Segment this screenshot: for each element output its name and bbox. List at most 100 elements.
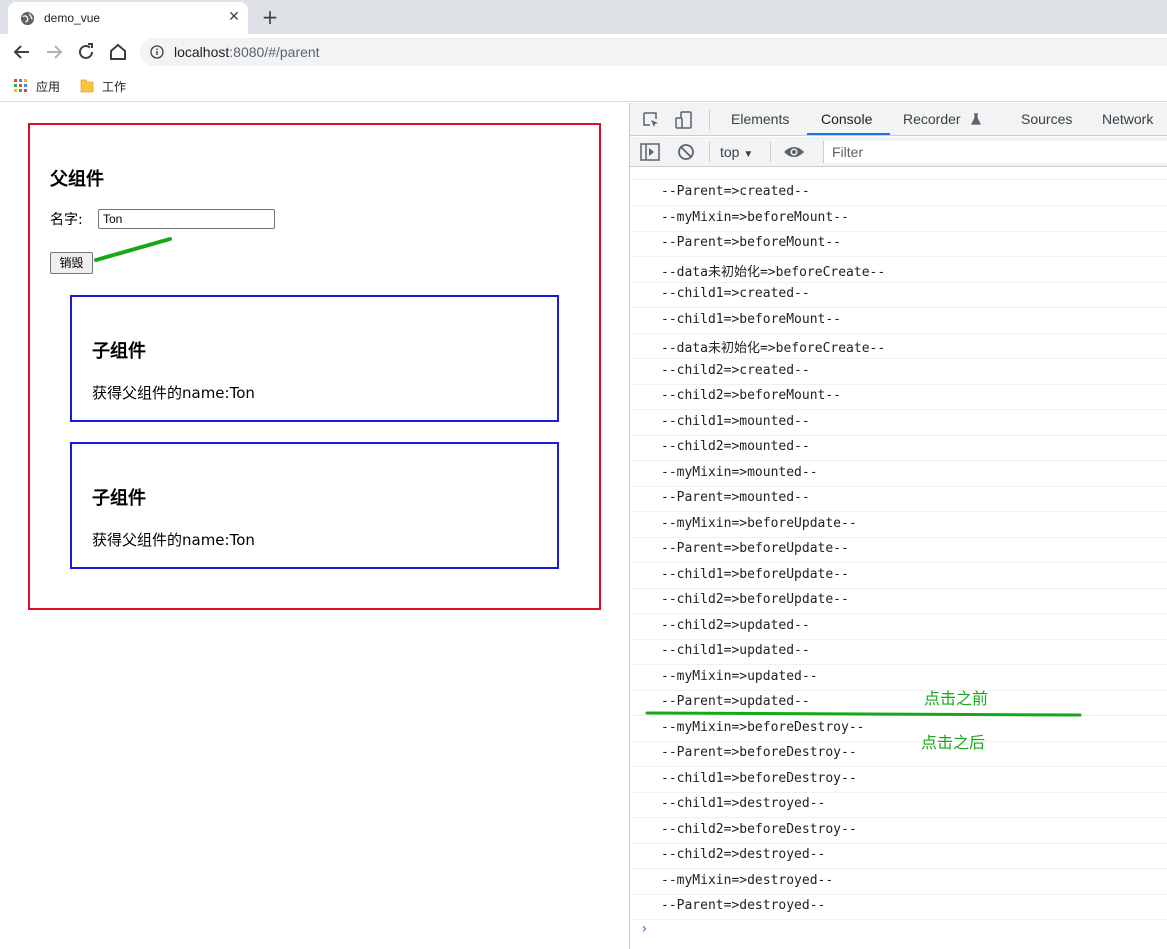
console-log-text: --child1=>beforeUpdate-- bbox=[661, 566, 849, 582]
filter-placeholder: Filter bbox=[832, 144, 864, 160]
name-label: 名字: bbox=[50, 212, 83, 228]
bookmark-apps[interactable]: 应用 bbox=[14, 77, 70, 95]
console-log-row: --myMixin=>beforeMount-- bbox=[630, 206, 1167, 232]
child-name-text: 获得父组件的name:Ton bbox=[92, 531, 255, 549]
url-text: localhost:8080/#/parent bbox=[174, 44, 320, 60]
console-log-text: --myMixin=>beforeDestroy-- bbox=[661, 719, 865, 735]
console-log-row: --child1=>mounted-- bbox=[630, 410, 1167, 436]
eye-icon[interactable] bbox=[783, 144, 805, 160]
console-log-row: --child2=>beforeDestroy-- bbox=[630, 818, 1167, 844]
console-toolbar: top ▼ Filter bbox=[630, 137, 1167, 167]
devtools-panel: Elements Console Recorder Sources Networ… bbox=[629, 103, 1167, 949]
child-component: 子组件 获得父组件的name:Ton bbox=[70, 442, 559, 569]
console-log-text: --child1=>beforeDestroy-- bbox=[661, 770, 857, 786]
console-log-area: --Parent=>created-- --myMixin=>beforeMoun… bbox=[630, 168, 1167, 949]
tab-separator bbox=[709, 110, 710, 130]
console-log-row: --Parent=>updated-- bbox=[630, 690, 1167, 716]
console-log-row: --child2=>updated-- bbox=[630, 614, 1167, 640]
filter-input[interactable]: Filter bbox=[823, 141, 1167, 163]
devtools-tab-bar: Elements Console Recorder Sources Networ… bbox=[630, 103, 1167, 136]
console-log-row: --Parent=>mounted-- bbox=[630, 486, 1167, 512]
tab-network[interactable]: Network bbox=[1102, 111, 1153, 127]
console-log-row: --child1=>beforeMount-- bbox=[630, 308, 1167, 334]
destroy-button[interactable]: 销毁 bbox=[50, 252, 93, 274]
console-log-text: --child2=>created-- bbox=[661, 362, 810, 378]
console-log-row: --child1=>created-- bbox=[630, 282, 1167, 308]
console-log-row: --child1=>beforeDestroy-- bbox=[630, 767, 1167, 793]
toolbar-separator bbox=[770, 142, 771, 162]
console-log-text: --Parent=>created-- bbox=[661, 184, 810, 199]
console-log-text: --child1=>created-- bbox=[661, 286, 810, 301]
globe-icon bbox=[20, 11, 35, 26]
console-log-row: --child1=>updated-- bbox=[630, 639, 1167, 665]
address-bar[interactable]: localhost:8080/#/parent bbox=[140, 38, 1167, 66]
console-log-text: --child2=>beforeUpdate-- bbox=[661, 592, 849, 607]
flask-icon bbox=[971, 113, 981, 125]
home-icon[interactable] bbox=[106, 40, 130, 64]
tab-sources[interactable]: Sources bbox=[1021, 111, 1072, 127]
console-log-text: --myMixin=>beforeUpdate-- bbox=[661, 515, 857, 531]
bookmarks-bar: 应用 工作 bbox=[0, 70, 1167, 102]
tab-strip: demo_vue ✕ + bbox=[0, 0, 1167, 34]
context-selector[interactable]: top ▼ bbox=[720, 144, 753, 160]
tab-title: demo_vue bbox=[44, 11, 101, 25]
parent-title: 父组件 bbox=[50, 169, 104, 190]
browser-tab[interactable]: demo_vue ✕ bbox=[8, 2, 248, 34]
tab-console[interactable]: Console bbox=[821, 111, 872, 127]
console-log-row: --child1=>beforeUpdate-- bbox=[630, 563, 1167, 589]
console-log-row: --Parent=>destroyed-- bbox=[630, 894, 1167, 920]
tab-recorder[interactable]: Recorder bbox=[903, 111, 961, 127]
console-log-row: --myMixin=>destroyed-- bbox=[630, 869, 1167, 895]
bookmark-label: 工作 bbox=[102, 80, 127, 94]
console-log-text: --child1=>beforeMount-- bbox=[661, 311, 842, 327]
console-log-text: --child2=>mounted-- bbox=[661, 439, 810, 454]
console-log-text: --Parent=>beforeMount-- bbox=[661, 235, 842, 250]
console-log-row: --Parent=>beforeUpdate-- bbox=[630, 537, 1167, 563]
console-log-row: --child2=>destroyed-- bbox=[630, 843, 1167, 869]
active-tab-indicator bbox=[807, 133, 890, 135]
back-arrow-icon[interactable] bbox=[10, 40, 34, 64]
folder-icon bbox=[80, 79, 94, 93]
console-prompt[interactable]: › bbox=[640, 921, 648, 937]
console-log-text: --child1=>mounted-- bbox=[661, 413, 810, 429]
console-log-row: --myMixin=>updated-- bbox=[630, 665, 1167, 691]
new-tab-button[interactable]: + bbox=[258, 5, 282, 29]
tab-elements[interactable]: Elements bbox=[731, 111, 789, 127]
console-log-text: --child2=>updated-- bbox=[661, 617, 810, 633]
console-log-text: --Parent=>updated-- bbox=[661, 694, 810, 709]
console-log-row: --data未初始化=>beforeCreate-- bbox=[630, 257, 1167, 283]
bookmark-label: 应用 bbox=[36, 80, 61, 94]
clear-console-icon[interactable] bbox=[677, 143, 695, 161]
close-tab-icon[interactable]: ✕ bbox=[224, 7, 244, 27]
forward-arrow-icon[interactable] bbox=[42, 40, 66, 64]
console-log-text: --child1=>destroyed-- bbox=[661, 796, 826, 811]
url-path: :8080/#/parent bbox=[229, 44, 320, 60]
annotation-after: 点击之后 bbox=[921, 733, 986, 752]
reload-icon[interactable] bbox=[74, 40, 98, 64]
inspect-element-icon[interactable] bbox=[642, 111, 660, 129]
console-log-row: --child2=>created-- bbox=[630, 359, 1167, 385]
console-log-text: --child2=>beforeMount-- bbox=[661, 388, 842, 403]
console-log-text: --Parent=>beforeUpdate-- bbox=[661, 541, 849, 556]
device-toolbar-icon[interactable] bbox=[674, 110, 694, 130]
console-log-row: --child2=>beforeUpdate-- bbox=[630, 588, 1167, 614]
console-log-row: --child2=>mounted-- bbox=[630, 435, 1167, 461]
child-component: 子组件 获得父组件的name:Ton bbox=[70, 295, 559, 422]
sidebar-toggle-icon[interactable] bbox=[640, 143, 660, 161]
annotation-before: 点击之前 bbox=[924, 689, 989, 708]
console-log-row: --Parent=>beforeMount-- bbox=[630, 231, 1167, 257]
page-viewport: 父组件 名字: 销毁 子组件 获得父组件的name:Ton 子组件 获得父组件的… bbox=[0, 103, 629, 949]
bookmark-work[interactable]: 工作 bbox=[80, 77, 136, 95]
console-log-text: --Parent=>mounted-- bbox=[661, 490, 810, 505]
console-log-row: --Parent=>created-- bbox=[630, 180, 1167, 206]
console-log-row: --child2=>beforeMount-- bbox=[630, 384, 1167, 410]
info-icon[interactable] bbox=[150, 45, 164, 59]
console-log-text: --Parent=>destroyed-- bbox=[661, 898, 826, 913]
console-log-row: --child1=>destroyed-- bbox=[630, 792, 1167, 818]
url-host: localhost bbox=[174, 44, 230, 60]
console-log-text: --child2=>beforeDestroy-- bbox=[661, 821, 857, 837]
console-log-row: --Parent=>beforeDestroy-- bbox=[630, 741, 1167, 767]
name-input[interactable] bbox=[98, 209, 275, 229]
console-log-text: --myMixin=>destroyed-- bbox=[661, 872, 834, 888]
console-log-text: --Parent=>beforeDestroy-- bbox=[661, 745, 857, 760]
